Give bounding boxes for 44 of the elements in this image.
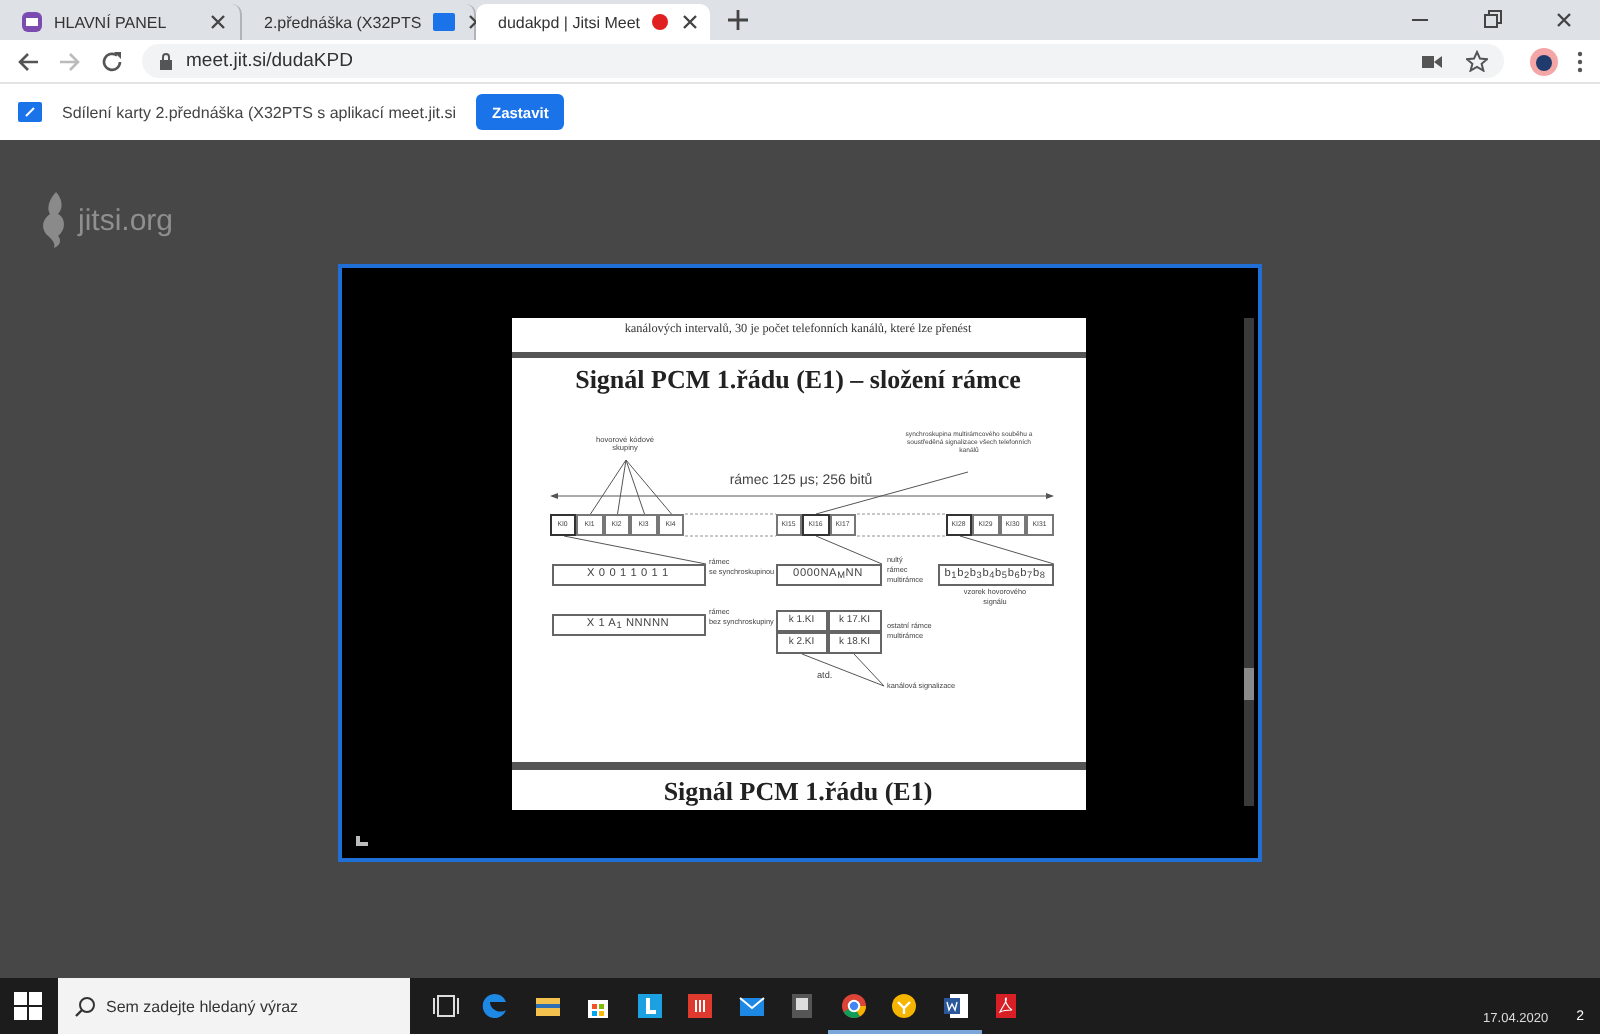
back-icon[interactable] [16, 49, 40, 73]
close-icon[interactable] [208, 12, 228, 32]
star-icon[interactable] [1466, 50, 1488, 72]
screen-share-icon [18, 102, 42, 122]
leader-line [562, 534, 706, 564]
frame-dashed-line [855, 512, 946, 536]
profile-avatar-icon[interactable] [1530, 47, 1558, 75]
camera-icon[interactable] [1422, 53, 1442, 69]
pdf-icon [992, 992, 1021, 1020]
app-icon [635, 992, 664, 1020]
new-tab-icon[interactable] [726, 8, 750, 32]
restore-icon[interactable] [1482, 10, 1502, 30]
slide-title: Signál PCM 1.řádu (E1) [661, 773, 935, 807]
app-icon [686, 992, 715, 1020]
lock-icon [158, 51, 174, 71]
tab-title: dudakpd | Jitsi Meet [498, 13, 641, 31]
windows-start-icon[interactable] [14, 992, 42, 1020]
reload-icon[interactable] [100, 49, 124, 73]
folder-icon [533, 992, 562, 1020]
leader-line [814, 534, 882, 564]
tab-title: HLAVNÍ PANEL [54, 13, 169, 31]
leader-line [958, 534, 1054, 564]
word-document-icon [941, 992, 970, 1020]
search-field[interactable]: Sem zadejte hledaný výraz [58, 978, 410, 1034]
task-view-icon [431, 992, 460, 1020]
search-icon [74, 996, 96, 1018]
scrollbar[interactable] [1244, 317, 1254, 805]
browser-tab[interactable]: dudakpd | Jitsi Meet [476, 4, 710, 40]
sharing-message: Sdílení karty 2.přednáška (X32PTS s aplikací meet.jit.si [62, 103, 456, 121]
small-icon [354, 831, 370, 847]
slide-title: Signál PCM 1.řádu (E1) – složení rámce [573, 361, 1023, 395]
frame-dashed-line [683, 512, 776, 536]
chrome-icon [839, 992, 868, 1020]
logo-text: jitsi.org [78, 203, 174, 237]
browser-icon [482, 992, 511, 1020]
close-icon[interactable] [680, 12, 701, 32]
app-icon [890, 992, 919, 1020]
close-icon[interactable] [1554, 10, 1574, 30]
mail-icon [737, 992, 766, 1020]
menu-icon[interactable] [1576, 49, 1584, 73]
app-icon [788, 992, 817, 1020]
tab-title: 2.přednáška (X32PTS [264, 13, 422, 31]
app-icon [20, 10, 44, 34]
address-field[interactable]: meet.jit.si/dudaKPD [142, 44, 1504, 78]
